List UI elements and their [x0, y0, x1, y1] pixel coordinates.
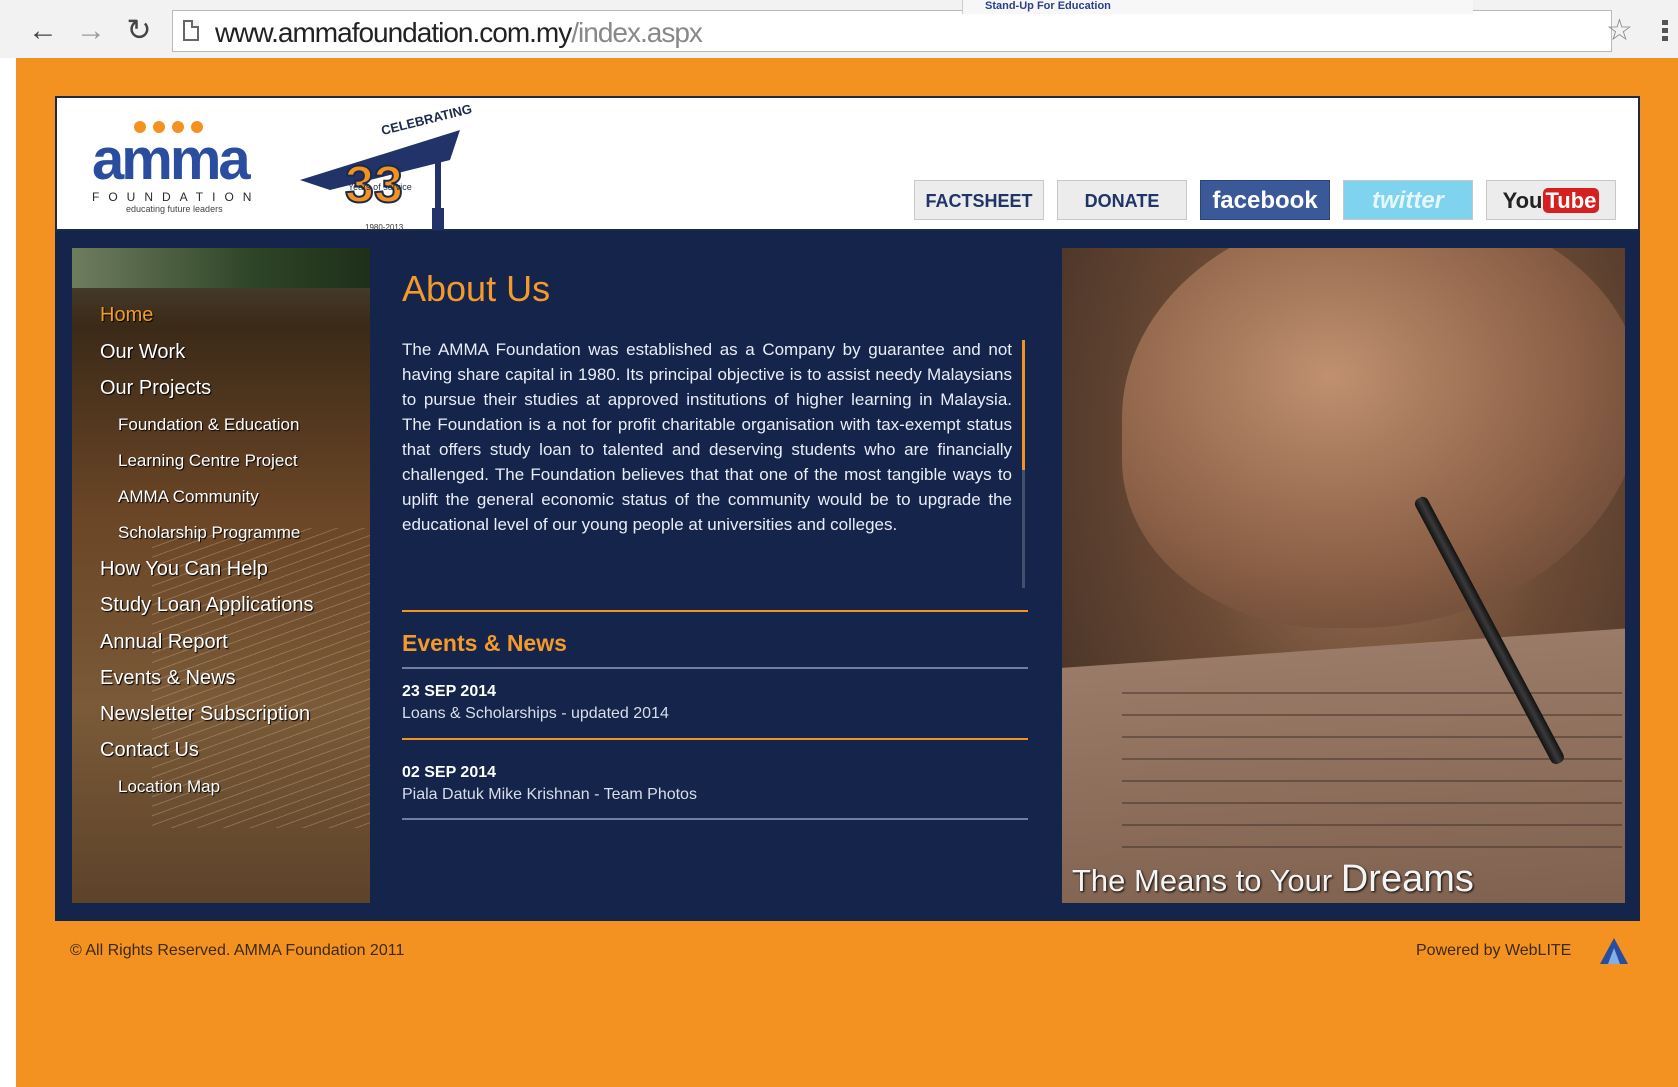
donate-button[interactable]: DONATE	[1057, 180, 1187, 220]
reload-icon[interactable]: ↻	[122, 14, 156, 48]
sidebar-item-how-you-can-help[interactable]: How You Can Help	[100, 558, 268, 581]
divider	[402, 738, 1028, 740]
youtube-button[interactable]: You Tube	[1486, 180, 1616, 220]
logo-word: amma	[92, 127, 251, 192]
anniversary-range: 1980-2013	[365, 223, 404, 230]
divider	[402, 667, 1028, 669]
hero-caption-emphasis: Dreams	[1340, 858, 1474, 900]
factsheet-button[interactable]: FACTSHEET	[914, 180, 1044, 220]
bookmark-tab[interactable]: Stand-Up For Education	[962, 0, 1473, 14]
sidebar-item-amma-community[interactable]: AMMA Community	[118, 487, 259, 507]
sidebar-item-location-map[interactable]: Location Map	[118, 777, 220, 797]
hero-caption-text: The Means to Your	[1072, 863, 1333, 898]
scrollbar-thumb[interactable]	[1022, 340, 1025, 470]
page-icon	[183, 20, 199, 41]
logo-tagline: educating future leaders	[126, 204, 223, 214]
url-domain: www.ammafoundation.com.my	[215, 17, 572, 48]
about-scrollbar[interactable]	[1022, 340, 1025, 588]
star-icon[interactable]: ☆	[1606, 14, 1633, 48]
sidebar-item-scholarship[interactable]: Scholarship Programme	[118, 523, 300, 543]
event-link[interactable]: Loans & Scholarships - updated 2014	[402, 705, 669, 723]
menu-icon[interactable]	[1662, 20, 1668, 42]
divider	[402, 610, 1028, 612]
hero-caption: The Means to Your Dreams	[1072, 858, 1474, 901]
sidebar-item-our-work[interactable]: Our Work	[100, 341, 185, 364]
copyright-text: © All Rights Reserved. AMMA Foundation 2…	[70, 942, 405, 959]
bookmark-label: Stand-Up For Education	[985, 0, 1111, 12]
youtube-you: You	[1502, 188, 1543, 213]
anniversary-badge: 33 Years of service 1980-2013 CELEBRATIN…	[300, 100, 480, 230]
twitter-button[interactable]: twitter	[1343, 180, 1473, 220]
sidebar-item-events-news[interactable]: Events & News	[100, 667, 236, 690]
sidebar-item-home[interactable]: Home	[100, 304, 153, 327]
powered-by-link[interactable]: Powered by WebLITE	[1416, 942, 1571, 960]
back-arrow-icon[interactable]: ←	[26, 14, 60, 48]
divider	[402, 818, 1028, 820]
sidebar-item-study-loan[interactable]: Study Loan Applications	[100, 594, 314, 617]
amma-logo[interactable]: amma FOUNDATION educating future leaders	[92, 120, 272, 220]
url-path: /index.aspx	[571, 17, 703, 48]
sidebar-item-foundation-education[interactable]: Foundation & Education	[118, 415, 299, 435]
weblite-logo-icon[interactable]	[1596, 934, 1632, 966]
sidebar-item-contact-us[interactable]: Contact Us	[100, 739, 199, 762]
logo-subtitle: FOUNDATION	[92, 190, 261, 204]
about-title: About Us	[402, 268, 551, 309]
event-date: 02 SEP 2014	[402, 764, 497, 781]
sidebar-item-annual-report[interactable]: Annual Report	[100, 631, 228, 654]
youtube-tube: Tube	[1542, 188, 1600, 213]
event-date: 23 SEP 2014	[402, 683, 497, 700]
event-link[interactable]: Piala Datuk Mike Krishnan - Team Photos	[402, 786, 697, 804]
url-text[interactable]: www.ammafoundation.com.my/index.aspx	[215, 17, 703, 49]
browser-toolbar: ← → ↻ www.ammafoundation.com.my/index.as…	[0, 0, 1678, 58]
events-title: Events & News	[402, 630, 567, 656]
forward-arrow-icon[interactable]: →	[74, 14, 108, 48]
sidebar-item-newsletter[interactable]: Newsletter Subscription	[100, 703, 310, 726]
sidebar-item-learning-centre[interactable]: Learning Centre Project	[118, 451, 298, 471]
about-body: The AMMA Foundation was established as a…	[402, 340, 1012, 534]
sidebar-item-our-projects[interactable]: Our Projects	[100, 377, 211, 400]
facebook-button[interactable]: facebook	[1200, 180, 1330, 220]
hero-image	[1062, 248, 1625, 903]
anniversary-years-label: Years of service	[348, 182, 412, 192]
address-bar[interactable]: www.ammafoundation.com.my/index.aspx	[172, 10, 1612, 52]
